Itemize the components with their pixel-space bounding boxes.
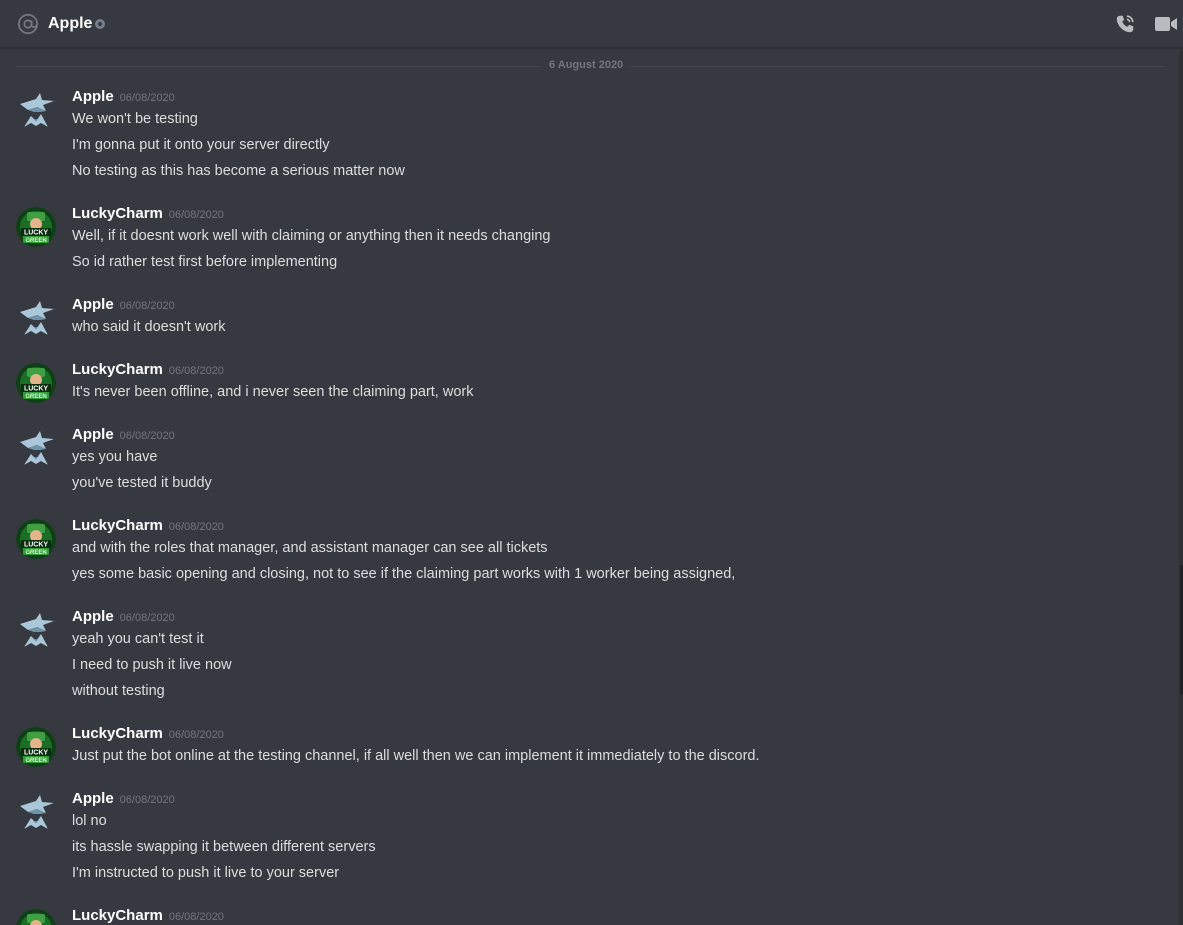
author-name[interactable]: LuckyCharm: [72, 361, 163, 378]
message-text: Well, if it doesnt work well with claimi…: [72, 228, 551, 244]
scrollbar-track[interactable]: [1179, 48, 1183, 925]
message-timestamp: 06/08/2020: [168, 209, 224, 221]
message-group: Apple 06/08/2020 We won't be testing I'm go…: [0, 86, 1170, 186]
message-timestamp: 06/08/2020: [119, 794, 175, 806]
message-timestamp: 06/08/2020: [168, 911, 224, 923]
message-header: Apple 06/08/2020: [72, 86, 175, 109]
message-text: without testing: [72, 683, 165, 699]
svg-text:LUCKY: LUCKY: [24, 750, 48, 757]
message-text: I'm gonna put it onto your server direct…: [72, 137, 330, 153]
author-name[interactable]: Apple: [72, 426, 114, 443]
message-text: you've tested it buddy: [72, 475, 212, 491]
message-timestamp: 06/08/2020: [168, 729, 224, 741]
message-timestamp: 06/08/2020: [168, 365, 224, 377]
message-timestamp: 06/08/2020: [168, 521, 224, 533]
svg-text:GREEN: GREEN: [25, 394, 46, 400]
message-group: Apple 06/08/2020 who said it doesn't work: [0, 294, 1170, 342]
message-header: LuckyCharm 06/08/2020: [72, 203, 224, 226]
message-timestamp: 06/08/2020: [119, 300, 175, 312]
message-group: LUCKY GREEN LuckyCharm 06/08/2020 Well, if i…: [0, 203, 1170, 277]
svg-text:LUCKY: LUCKY: [24, 542, 48, 549]
message-text: It's never been offline, and i never see…: [72, 384, 474, 400]
message-text: and with the roles that manager, and ass…: [72, 540, 548, 556]
svg-text:GREEN: GREEN: [25, 550, 46, 556]
message-text: lol no: [72, 813, 107, 829]
luckycharm-avatar[interactable]: LUCKYGREEN: [16, 909, 56, 925]
message-text: yes some basic opening and closing, not …: [72, 566, 736, 582]
luckycharm-avatar[interactable]: LUCKYGREEN: [16, 519, 56, 559]
message-group: LUCKYGREEN LuckyCharm 06/08/2020: [0, 905, 1170, 925]
message-text: its hassle swapping it between different…: [72, 839, 376, 855]
message-text: I need to push it live now: [72, 657, 232, 673]
message-header: Apple 06/08/2020: [72, 606, 175, 629]
message-group: Apple 06/08/2020 yes you have you've tested…: [0, 424, 1170, 498]
svg-text:LUCKY: LUCKY: [24, 230, 48, 237]
author-name[interactable]: Apple: [72, 608, 114, 625]
message-group: Apple 06/08/2020 lol no its hassle swapping…: [0, 788, 1170, 888]
message-text: No testing as this has become a serious …: [72, 163, 405, 179]
svg-text:LUCKY: LUCKY: [24, 386, 48, 393]
message-text: who said it doesn't work: [72, 319, 226, 335]
luckycharm-avatar[interactable]: LUCKYGREEN: [16, 727, 56, 767]
apple-avatar[interactable]: [16, 610, 56, 650]
message-list: Apple 06/08/2020 We won't be testing I'm go…: [0, 0, 1183, 925]
message-text: Just put the bot online at the testing c…: [72, 748, 760, 764]
message-timestamp: 06/08/2020: [119, 92, 175, 104]
author-name[interactable]: Apple: [72, 790, 114, 807]
message-header: LuckyCharm 06/08/2020: [72, 515, 224, 538]
message-group: LUCKY GREEN LuckyCharm 06/08/2020 and with t…: [0, 515, 1170, 589]
apple-avatar[interactable]: [16, 298, 56, 338]
message-timestamp: 06/08/2020: [119, 612, 175, 624]
message-header: LuckyCharm 06/08/2020: [72, 905, 224, 925]
author-name[interactable]: Apple: [72, 296, 114, 313]
author-name[interactable]: Apple: [72, 88, 114, 105]
author-name[interactable]: LuckyCharm: [72, 205, 163, 222]
luckycharm-avatar[interactable]: LUCKYGREEN: [16, 207, 56, 247]
message-group: LUCKY GREEN LuckyCharm 06/08/2020 It's never…: [0, 359, 1170, 407]
author-name[interactable]: LuckyCharm: [72, 725, 163, 742]
author-name[interactable]: LuckyCharm: [72, 907, 163, 924]
message-group: Apple 06/08/2020 yeah you can't test it I n…: [0, 606, 1170, 706]
dm-window: Apple 6 August 2020 Apple 06/08/2020 We wo…: [0, 0, 1183, 925]
message-header: LuckyCharm 06/08/2020: [72, 359, 224, 382]
message-header: Apple 06/08/2020: [72, 788, 175, 811]
apple-avatar[interactable]: [16, 428, 56, 468]
message-text: yeah you can't test it: [72, 631, 204, 647]
message-header: LuckyCharm 06/08/2020: [72, 723, 224, 746]
message-timestamp: 06/08/2020: [119, 430, 175, 442]
svg-text:GREEN: GREEN: [25, 758, 46, 764]
message-text: I'm instructed to push it live to your s…: [72, 865, 340, 881]
author-name[interactable]: LuckyCharm: [72, 517, 163, 534]
message-group: LUCKY GREEN LuckyCharm 06/08/2020 Just put t…: [0, 723, 1170, 771]
message-text: yes you have: [72, 449, 158, 465]
luckycharm-avatar[interactable]: LUCKYGREEN: [16, 363, 56, 403]
apple-avatar[interactable]: [16, 792, 56, 832]
message-text: We won't be testing: [72, 111, 198, 127]
message-text: So id rather test first before implement…: [72, 254, 338, 270]
message-header: Apple 06/08/2020: [72, 424, 175, 447]
svg-text:GREEN: GREEN: [25, 238, 46, 244]
message-header: Apple 06/08/2020: [72, 294, 175, 317]
apple-avatar[interactable]: [16, 90, 56, 130]
